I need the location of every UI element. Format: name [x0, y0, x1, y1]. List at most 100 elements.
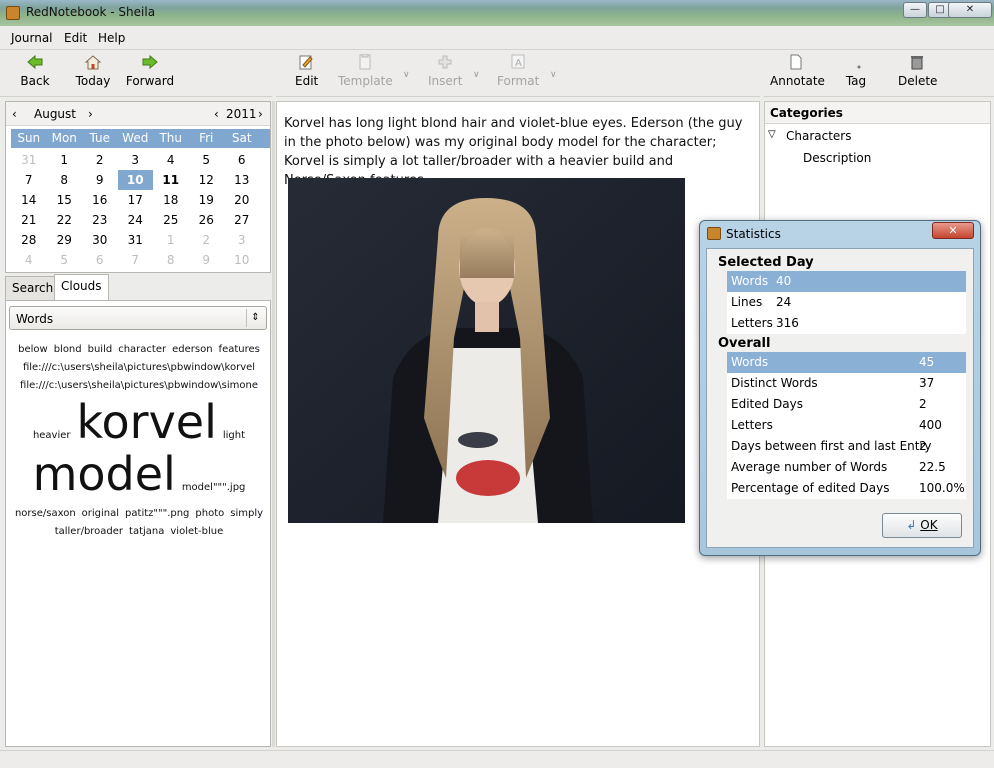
calendar-day[interactable]: 18 — [153, 190, 189, 210]
calendar-day[interactable]: 4 — [153, 150, 189, 170]
cloud-type-select[interactable]: Words ⇕ — [9, 306, 267, 330]
edit-button[interactable]: Edit — [295, 54, 318, 88]
cloud-word[interactable]: photo — [195, 508, 224, 519]
cloud-word[interactable]: character — [118, 344, 166, 355]
calendar-day[interactable]: 13 — [224, 170, 260, 190]
stat-row[interactable]: Letters 316 — [727, 313, 966, 334]
calendar-day[interactable]: 29 — [47, 230, 83, 250]
calendar-day[interactable]: 15 — [47, 190, 83, 210]
cloud-word[interactable]: patitz""".png — [125, 508, 189, 519]
calendar-day[interactable]: 9 — [82, 170, 118, 190]
calendar-day[interactable]: 28 — [11, 230, 47, 250]
calendar-day[interactable]: 7 — [118, 250, 154, 270]
category-description[interactable]: Description — [803, 151, 871, 165]
cloud-word[interactable]: original — [82, 508, 119, 519]
next-year-icon[interactable]: › — [258, 107, 263, 121]
calendar-day[interactable]: 8 — [47, 170, 83, 190]
calendar-day[interactable]: 20 — [224, 190, 260, 210]
tag-button[interactable]: Tag — [844, 54, 868, 88]
calendar-day[interactable]: 21 — [11, 210, 47, 230]
left-pane-divider[interactable] — [272, 101, 275, 747]
prev-month-icon[interactable]: ‹ — [12, 107, 17, 121]
calendar-day[interactable]: 22 — [47, 210, 83, 230]
template-button[interactable]: Template — [338, 54, 393, 88]
cloud-word[interactable]: below — [18, 344, 48, 355]
format-dropdown-icon[interactable]: ∨ — [550, 70, 557, 80]
calendar-day[interactable]: 10 — [224, 250, 260, 270]
expander-icon[interactable]: ▽ — [768, 129, 776, 140]
cloud-word[interactable]: features — [219, 344, 260, 355]
stat-row[interactable]: Letters 400 — [727, 415, 966, 436]
stat-row[interactable]: Percentage of edited Days 100.0% — [727, 478, 966, 499]
cloud-word[interactable]: model — [33, 451, 176, 497]
calendar-day[interactable]: 16 — [82, 190, 118, 210]
calendar-day[interactable]: 17 — [118, 190, 154, 210]
next-month-icon[interactable]: › — [88, 107, 93, 121]
back-button[interactable]: Back — [20, 54, 50, 88]
stat-row[interactable]: Distinct Words 37 — [727, 373, 966, 394]
cloud-word[interactable]: violet-blue — [170, 526, 223, 537]
stat-row[interactable]: Days between first and last Entry 2 — [727, 436, 966, 457]
cloud-word[interactable]: file:///c:\users\sheila\pictures\pbwindo… — [23, 362, 255, 373]
forward-button[interactable]: Forward — [125, 54, 175, 88]
tab-search[interactable]: Search — [5, 276, 61, 300]
cloud-word[interactable]: heavier — [33, 430, 71, 441]
calendar-day[interactable]: 5 — [189, 150, 225, 170]
calendar-day[interactable]: 27 — [224, 210, 260, 230]
dialog-close-button[interactable]: ✕ — [932, 222, 974, 239]
cloud-word[interactable]: taller/broader — [55, 526, 123, 537]
calendar-day[interactable]: 31 — [11, 150, 47, 170]
calendar-day[interactable]: 7 — [11, 170, 47, 190]
calendar-day[interactable]: 24 — [118, 210, 154, 230]
cloud-word[interactable]: file:///c:\users\sheila\pictures\pbwindo… — [20, 380, 258, 391]
stat-row[interactable]: Words 45 — [727, 352, 966, 373]
prev-year-icon[interactable]: ‹ — [214, 107, 219, 121]
cloud-word[interactable]: norse/saxon — [15, 508, 76, 519]
close-button[interactable]: ✕ — [948, 2, 992, 18]
cloud-word[interactable]: light — [223, 430, 245, 441]
calendar-day[interactable]: 30 — [82, 230, 118, 250]
calendar-day[interactable]: 2 — [82, 150, 118, 170]
calendar-day[interactable]: 19 — [189, 190, 225, 210]
calendar-day[interactable]: 14 — [11, 190, 47, 210]
menu-help[interactable]: Help — [98, 31, 125, 45]
entry-editor[interactable]: Korvel has long light blond hair and vio… — [276, 101, 760, 747]
annotate-button[interactable]: Annotate — [770, 54, 825, 88]
calendar-day[interactable]: 2 — [189, 230, 225, 250]
stat-row[interactable]: Average number of Words 22.5 — [727, 457, 966, 478]
calendar-day[interactable]: 5 — [47, 250, 83, 270]
calendar-day[interactable]: 9 — [189, 250, 225, 270]
calendar-day[interactable]: 23 — [82, 210, 118, 230]
calendar-day[interactable]: 26 — [189, 210, 225, 230]
calendar-day[interactable]: 11 — [153, 170, 189, 190]
format-button[interactable]: A Format — [497, 54, 539, 88]
menu-edit[interactable]: Edit — [64, 31, 87, 45]
calendar-day[interactable]: 12 — [189, 170, 225, 190]
stat-row[interactable]: Words 40 — [727, 271, 966, 292]
cloud-word[interactable]: korvel — [77, 399, 217, 445]
calendar-day[interactable]: 4 — [11, 250, 47, 270]
delete-button[interactable]: Delete — [898, 54, 937, 88]
calendar-day[interactable]: 25 — [153, 210, 189, 230]
calendar-day-selected[interactable]: 10 — [117, 170, 153, 190]
cloud-word[interactable]: ederson — [172, 344, 212, 355]
calendar-day[interactable]: 3 — [118, 150, 154, 170]
insert-dropdown-icon[interactable]: ∨ — [473, 70, 480, 80]
cloud-word[interactable]: model""".jpg — [182, 482, 246, 493]
category-characters[interactable]: Characters — [786, 129, 852, 143]
calendar-day[interactable]: 6 — [82, 250, 118, 270]
calendar-day[interactable]: 1 — [153, 230, 189, 250]
minimize-button[interactable]: — — [903, 2, 927, 18]
calendar-day[interactable]: 1 — [47, 150, 83, 170]
insert-button[interactable]: Insert — [428, 54, 462, 88]
stat-row[interactable]: Edited Days 2 — [727, 394, 966, 415]
calendar-day[interactable]: 31 — [118, 230, 154, 250]
calendar-day[interactable]: 3 — [224, 230, 260, 250]
cloud-word[interactable]: simply — [230, 508, 263, 519]
today-button[interactable]: Today — [73, 54, 113, 88]
ok-button[interactable]: ↲ OK — [882, 513, 962, 538]
cloud-word[interactable]: blond — [54, 344, 82, 355]
cloud-word[interactable]: tatjana — [129, 526, 164, 537]
cloud-word[interactable]: build — [88, 344, 113, 355]
calendar-day[interactable]: 8 — [153, 250, 189, 270]
